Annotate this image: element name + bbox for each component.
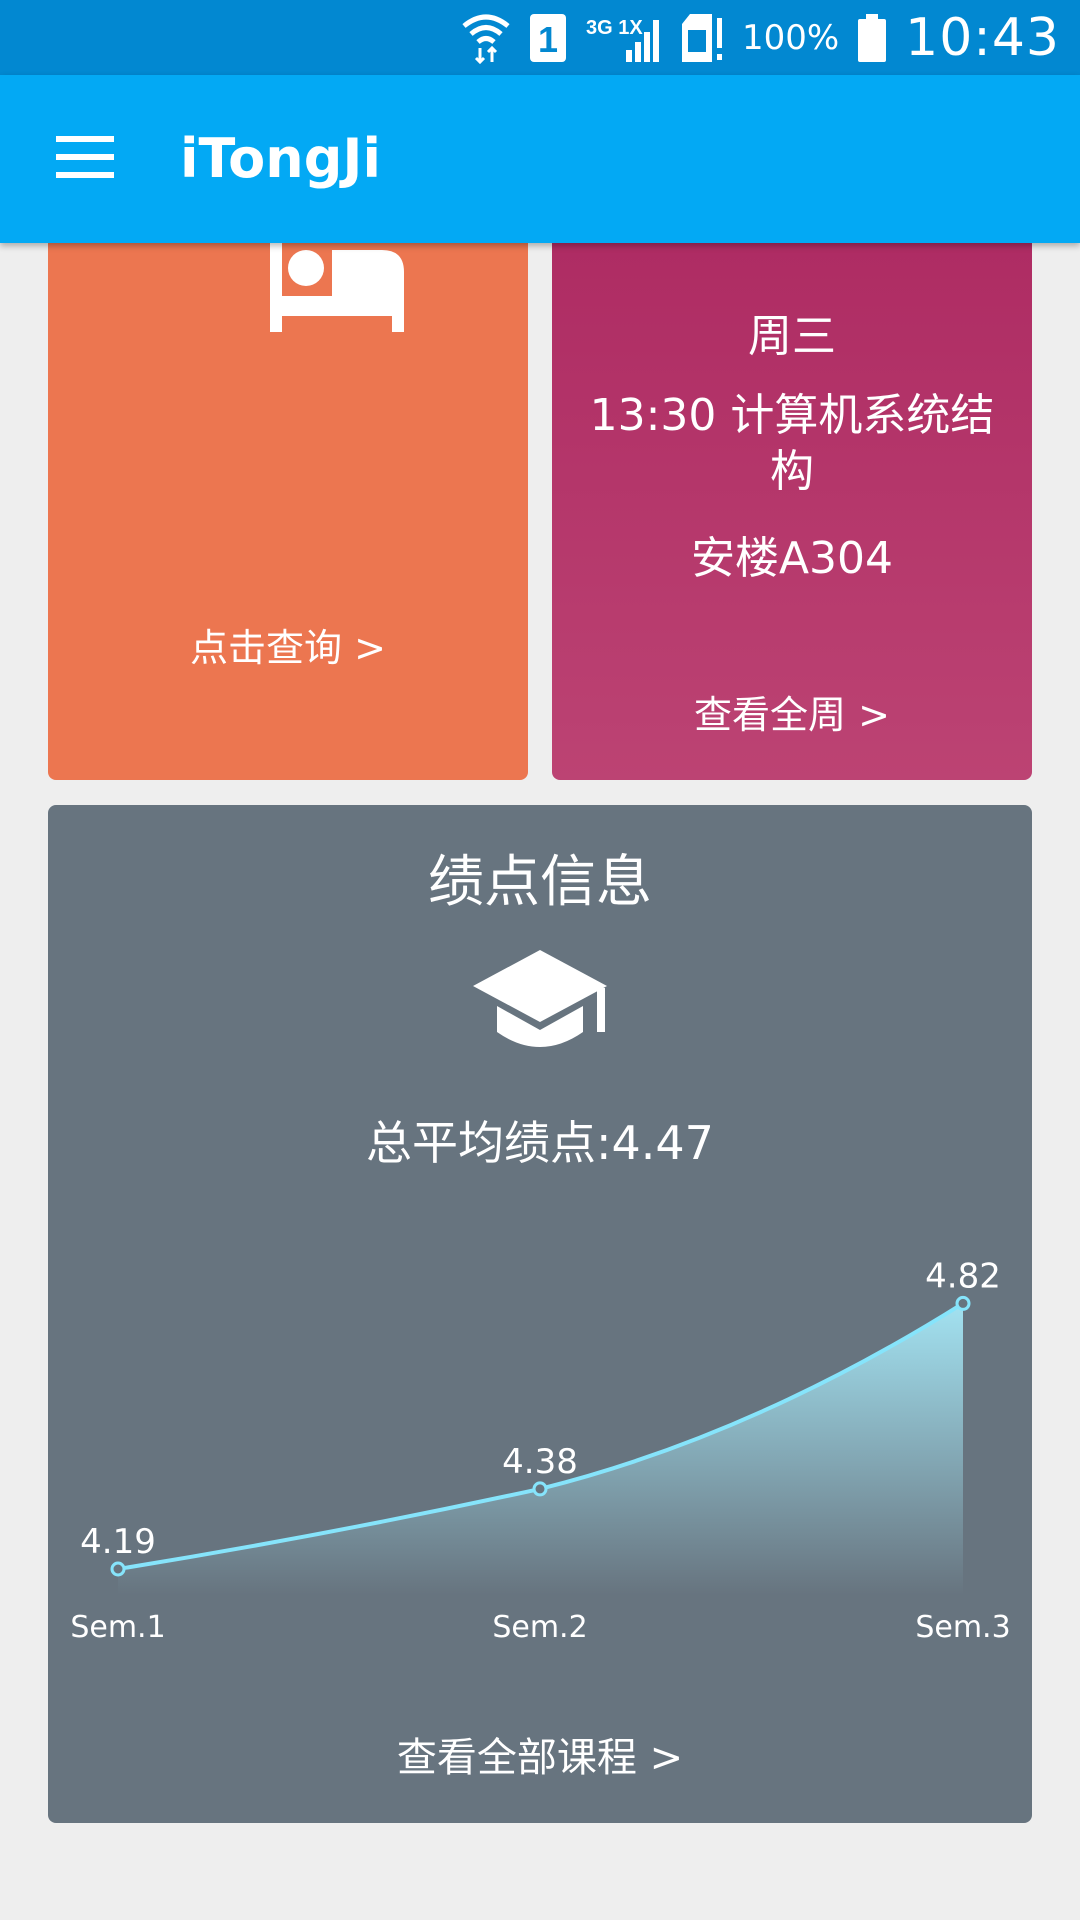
battery-percent: 100% [741,17,840,58]
schedule-course: 13:30 计算机系统结构 [589,390,995,497]
gpa-point [955,1295,971,1311]
gpa-x-tick-label: Sem.2 [492,1610,587,1645]
app-title: iTongJi [180,127,381,190]
gpa-point [110,1561,126,1577]
network-type: 3G 1X [586,17,643,39]
gpa-data-label: 4.82 [925,1256,1001,1296]
dorm-query-link[interactable]: 点击查询 > [48,617,528,672]
sim-slot-icon: 1 [528,12,568,64]
app-bar: iTongJi [0,75,1080,243]
gpa-point [532,1481,548,1497]
sim-card-alert-icon [680,12,724,64]
view-week-link[interactable]: 查看全周 > [552,684,1032,739]
view-all-courses-link[interactable]: 查看全部课程 > [48,1725,1032,1783]
sim-slot-number: 1 [538,19,558,60]
schedule-room: 安楼A304 [690,533,894,584]
clock: 10:43 [905,7,1060,68]
wifi-icon [462,12,510,64]
cellular-signal-icon: 3G 1X [586,12,662,64]
battery-icon [857,12,887,64]
hamburger-menu-icon [56,136,114,182]
gpa-data-label: 4.38 [502,1442,578,1482]
bed-icon [270,240,404,336]
schedule-card[interactable]: 周三 13:30 计算机系统结构 安楼A304 查看全周 > [552,200,1032,780]
gpa-x-tick-label: Sem.3 [915,1610,1010,1645]
gpa-x-tick-label: Sem.1 [70,1610,165,1645]
dorm-card[interactable]: 点击查询 > [48,200,528,780]
menu-button[interactable] [40,119,130,199]
gpa-chart: 4.19 Sem.1 4.38 Sem.2 4.82 Sem.3 [70,1256,1010,1645]
gpa-data-label: 4.19 [80,1522,156,1562]
status-bar: 1 3G 1X 100% 10:43 [0,0,1080,75]
schedule-day: 周三 [748,311,836,362]
gpa-card: 绩点信息 总平均绩点:4.47 4.19 Sem.1 4.38 Sem.2 4.82 Se… [48,805,1032,1823]
